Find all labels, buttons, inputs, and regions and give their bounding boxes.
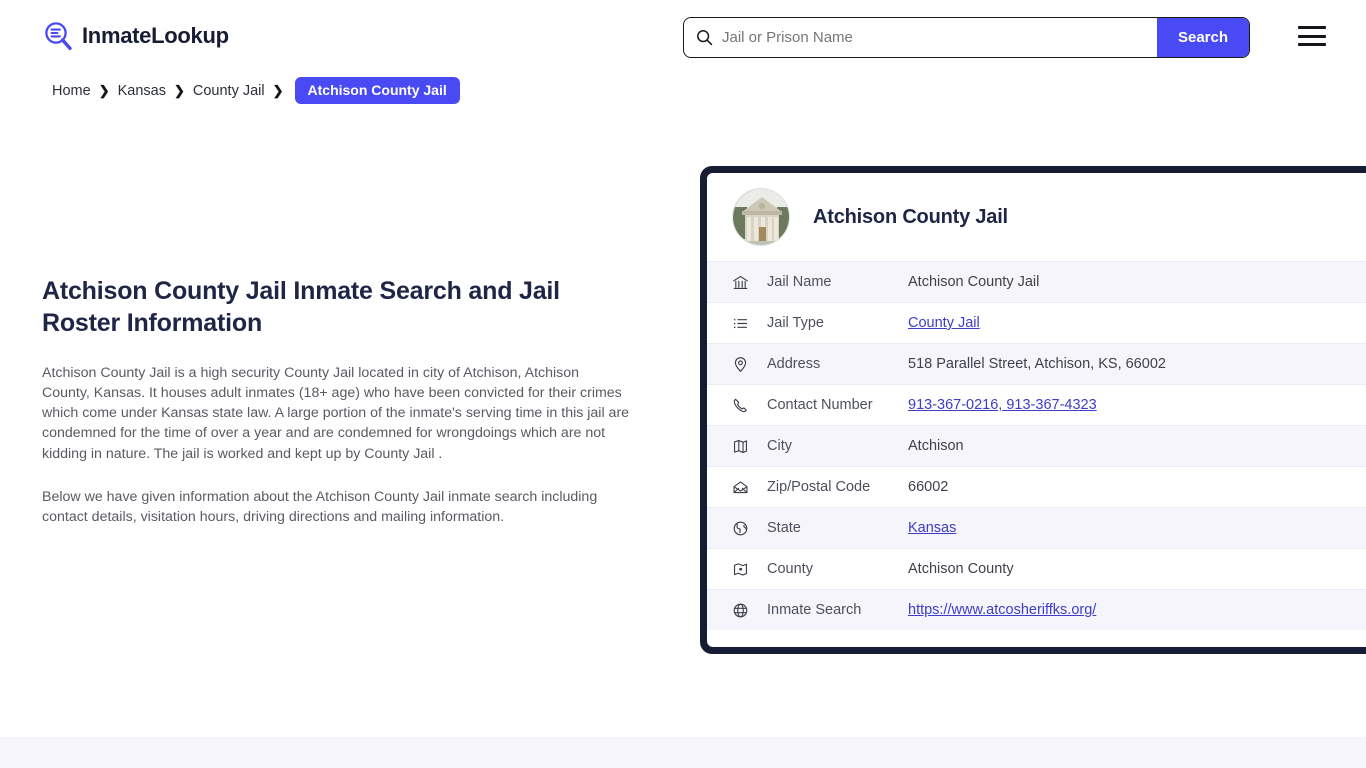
breadcrumb: Home ❯ Kansas ❯ County Jail ❯ Atchison C… [52, 77, 460, 104]
table-row: Zip/Postal Code 66002 [707, 466, 1366, 507]
chevron-right-icon: ❯ [173, 82, 185, 98]
jail-card-header: Atchison County Jail [707, 173, 1366, 261]
phone-icon [729, 397, 751, 414]
globe-americas-icon [729, 520, 751, 537]
row-label: State [767, 520, 801, 536]
intro-paragraph-2: Below we have given information about th… [42, 488, 598, 525]
row-value: https://www.atcosheriffks.org/ [908, 602, 1366, 618]
table-row: Jail Type County Jail [707, 302, 1366, 343]
map-pin-icon [729, 356, 751, 373]
table-row: City Atchison [707, 425, 1366, 466]
footer-band [0, 737, 1366, 768]
hamburger-bar [1298, 34, 1326, 38]
chevron-right-icon: ❯ [98, 82, 110, 98]
row-label: Zip/Postal Code [767, 479, 871, 495]
logo-text: InmateLookup [82, 23, 229, 48]
row-label: Contact Number [767, 397, 873, 413]
row-value: 66002 [908, 479, 949, 495]
table-row: County Atchison County [707, 548, 1366, 589]
globe-icon [729, 602, 751, 619]
state-link[interactable]: Kansas [908, 520, 956, 536]
table-row: State Kansas [707, 507, 1366, 548]
table-row: Address 518 Parallel Street, Atchison, K… [707, 343, 1366, 384]
breadcrumb-item-county-jail[interactable]: County Jail [193, 83, 265, 99]
row-value: Kansas [908, 520, 1366, 536]
table-row: Inmate Search https://www.atcosheriffks.… [707, 589, 1366, 630]
jail-card-title: Atchison County Jail [813, 205, 1008, 228]
row-label: County [767, 561, 813, 577]
hamburger-bar [1298, 43, 1326, 46]
site-logo[interactable]: InmateLookup [42, 20, 229, 52]
search-bar[interactable]: Search [683, 17, 1250, 58]
row-value: 518 Parallel Street, Atchison, KS, 66002 [908, 356, 1166, 372]
map-marker-icon [729, 561, 751, 578]
hamburger-menu-icon[interactable] [1298, 25, 1326, 47]
page-title: Atchison County Jail Inmate Search and J… [42, 277, 560, 337]
hamburger-bar [1298, 26, 1326, 29]
table-row: Contact Number 913-367-0216, 913-367-432… [707, 384, 1366, 425]
table-row: Jail Name Atchison County Jail [707, 261, 1366, 302]
envelope-icon [729, 479, 751, 496]
row-label: Address [767, 356, 821, 372]
row-label: Inmate Search [767, 602, 862, 618]
inmate-search-link[interactable]: https://www.atcosheriffks.org/ [908, 602, 1096, 618]
chevron-right-icon: ❯ [272, 82, 284, 98]
row-value: 913-367-0216, 913-367-4323 [908, 397, 1366, 413]
row-label: Jail Type [767, 315, 824, 331]
jail-info-card: Atchison County Jail Jail Name Atchison … [700, 166, 1366, 654]
breadcrumb-item-current[interactable]: Atchison County Jail [294, 77, 460, 104]
row-label: Jail Name [767, 274, 832, 290]
map-icon [729, 438, 751, 455]
row-value: Atchison County Jail [908, 274, 1040, 290]
main-content-left: Atchison County Jail Inmate Search and J… [42, 275, 630, 527]
row-value: Atchison [908, 438, 964, 454]
row-value: County Jail [908, 315, 1366, 331]
row-value: Atchison County [908, 561, 1014, 577]
jail-info-card-inner: Atchison County Jail Jail Name Atchison … [707, 173, 1366, 647]
courthouse-photo [732, 188, 790, 246]
breadcrumb-item-home[interactable]: Home [52, 83, 91, 99]
row-label: City [767, 438, 792, 454]
site-header: InmateLookup Search [0, 0, 1366, 72]
intro-paragraph-1: Atchison County Jail is a high security … [42, 365, 630, 462]
contact-number-link[interactable]: 913-367-0216, 913-367-4323 [908, 397, 1097, 413]
magnifier-list-icon [42, 20, 74, 52]
bank-icon [729, 274, 751, 291]
search-button[interactable]: Search [1157, 18, 1249, 57]
search-input[interactable] [713, 18, 1157, 57]
jail-type-link[interactable]: County Jail [908, 315, 980, 331]
search-icon [684, 29, 713, 46]
page-root: InmateLookup Search Home ❯ Kansas ❯ Coun… [0, 0, 1366, 768]
breadcrumb-item-kansas[interactable]: Kansas [118, 83, 166, 99]
list-icon [729, 315, 751, 332]
